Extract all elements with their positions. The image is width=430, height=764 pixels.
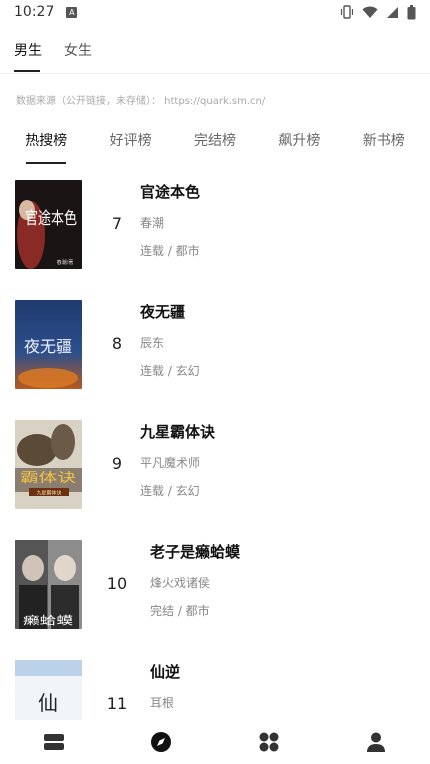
book-author: 春潮	[140, 216, 165, 230]
book-cover: 官途本色 春潮/著	[15, 180, 82, 269]
apps-icon	[259, 732, 279, 752]
book-title: 官途本色	[140, 183, 201, 201]
profile-icon	[367, 732, 386, 752]
nav-discover[interactable]	[131, 720, 191, 764]
tab-female[interactable]: 女生	[64, 40, 92, 72]
vibrate-icon	[340, 5, 354, 19]
bottom-nav	[0, 720, 430, 764]
book-title: 老子是癞蛤蟆	[150, 543, 241, 561]
status-bar: 10:27 A	[0, 0, 430, 24]
book-row[interactable]: 官途本色 春潮/著 7 官途本色 春潮 连载 / 都市	[0, 176, 430, 296]
book-status-genre: 完结 / 都市	[150, 604, 210, 618]
svg-text:夜无疆: 夜无疆	[24, 337, 72, 356]
rank-number: 11	[106, 694, 128, 713]
book-cover: 癞蛤蟆	[15, 540, 82, 629]
tab-rising[interactable]: 飙升榜	[259, 130, 339, 164]
battery-icon	[407, 4, 416, 19]
svg-text:官途本色: 官途本色	[25, 209, 77, 229]
bookshelf-icon	[43, 734, 64, 750]
rank-number: 8	[111, 334, 123, 353]
tab-new-books[interactable]: 新书榜	[344, 130, 424, 164]
book-title: 夜无疆	[140, 303, 186, 321]
book-author: 平凡魔术师	[140, 456, 201, 470]
divider	[0, 73, 430, 74]
book-row[interactable]: 霸体诀 九星霸体诀 9 九星霸体诀 平凡魔术师 连载 / 玄幻	[0, 416, 430, 536]
book-row[interactable]: 夜无疆 8 夜无疆 辰东 连载 / 玄幻	[0, 296, 430, 416]
tab-male[interactable]: 男生	[14, 40, 42, 72]
status-icons	[340, 4, 416, 20]
signal-icon	[387, 6, 398, 18]
wifi-icon	[362, 6, 378, 18]
book-author: 辰东	[140, 336, 165, 350]
svg-text:霸体诀: 霸体诀	[20, 471, 76, 486]
nav-profile[interactable]	[346, 720, 406, 764]
data-source-note: 数据来源（公开链接，未存储）： https://quark.sm.cn/	[16, 96, 266, 107]
book-author: 耳根	[150, 696, 175, 710]
compass-icon	[151, 732, 172, 752]
svg-text:九星霸体诀: 九星霸体诀	[36, 490, 61, 497]
book-list: 官途本色 春潮/著 7 官途本色 春潮 连载 / 都市 夜无疆 8 夜无疆 辰东…	[0, 176, 430, 722]
book-title: 九星霸体诀	[140, 423, 216, 441]
book-status-genre: 连载 / 玄幻	[140, 484, 200, 498]
nav-bookshelf[interactable]	[24, 720, 84, 764]
rank-number: 7	[111, 214, 123, 233]
book-cover: 夜无疆	[15, 300, 82, 389]
nav-categories[interactable]	[239, 720, 299, 764]
rank-tabs: 热搜榜 好评榜 完结榜 飙升榜 新书榜	[0, 130, 430, 164]
book-author: 烽火戏诸侯	[150, 576, 211, 590]
tab-hot-search[interactable]: 热搜榜	[6, 130, 86, 164]
book-title: 仙逆	[150, 663, 181, 681]
svg-text:仙: 仙	[38, 691, 58, 715]
status-time: 10:27	[14, 4, 55, 20]
svg-text:癞蛤蟆: 癞蛤蟆	[23, 613, 73, 627]
book-row[interactable]: 癞蛤蟆 10 老子是癞蛤蟆 烽火戏诸侯 完结 / 都市	[0, 536, 430, 656]
book-row[interactable]: 仙 11 仙逆 耳根	[0, 656, 430, 722]
book-cover: 仙	[15, 660, 82, 722]
book-status-genre: 连载 / 都市	[140, 244, 200, 258]
notification-icon: A	[66, 6, 78, 18]
book-cover: 霸体诀 九星霸体诀	[15, 420, 82, 509]
gender-tabs: 男生 女生	[14, 40, 92, 72]
rank-number: 9	[111, 454, 123, 473]
tab-completed[interactable]: 完结榜	[175, 130, 255, 164]
svg-text:春潮/著: 春潮/著	[57, 259, 74, 266]
tab-top-rated[interactable]: 好评榜	[91, 130, 171, 164]
rank-number: 10	[106, 574, 128, 593]
book-status-genre: 连载 / 玄幻	[140, 364, 200, 378]
